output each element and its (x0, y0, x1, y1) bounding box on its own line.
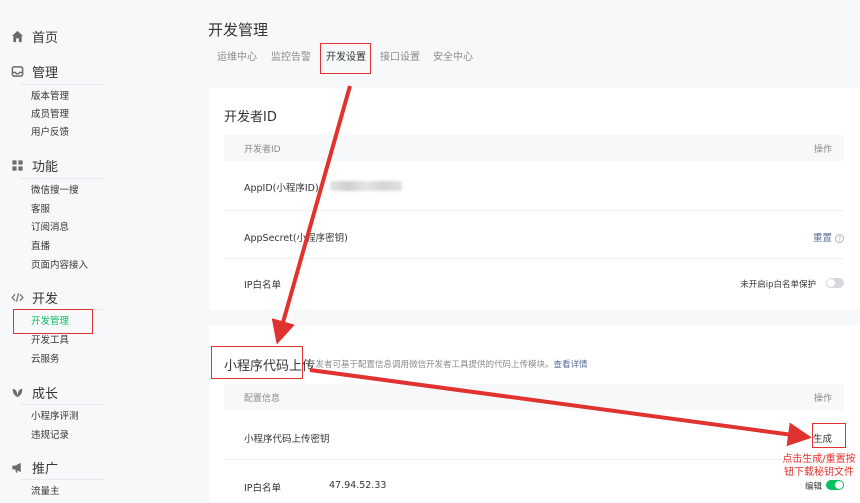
developer-id-title: 开发者ID (224, 110, 277, 125)
sidebar-item-feedback[interactable]: 用户反馈 (31, 127, 69, 139)
sidebar-item-review[interactable]: 小程序评测 (31, 411, 79, 423)
sidebar-group-label: 推广 (32, 461, 59, 477)
sidebar-group-label: 功能 (32, 159, 59, 175)
row-appsecret: AppSecret(小程序密钥) 重置? (224, 211, 844, 259)
main-content: 开发管理 运维中心 监控告警 开发设置 接口设置 安全中心 开发者ID 开发者I… (125, 0, 860, 503)
sidebar-divider (20, 479, 105, 480)
upload-key-label: 小程序代码上传密钥 (244, 434, 330, 445)
col-config: 配置信息 (244, 394, 281, 404)
sidebar-item-members[interactable]: 成员管理 (31, 109, 69, 121)
toggle-knob (835, 481, 843, 489)
code-icon (10, 290, 24, 304)
sidebar-item-subscribe[interactable]: 订阅消息 (31, 222, 69, 234)
upload-table-header: 配置信息 操作 (224, 384, 844, 410)
highlight-upload-title (211, 346, 303, 379)
sidebar-group-manage[interactable]: 管理 (10, 61, 58, 81)
ip-protect-status: 未开启ip白名单保护 (740, 280, 816, 290)
appsecret-action-cell: 重置? (813, 230, 844, 244)
sidebar-item-live[interactable]: 直播 (31, 241, 50, 253)
sidebar-home-label: 首页 (32, 30, 59, 46)
tab-api-settings[interactable]: 接口设置 (380, 48, 420, 68)
sidebar-divider (20, 404, 105, 405)
sidebar-group-features[interactable]: 功能 (10, 155, 58, 175)
sidebar-group-label: 开发 (32, 291, 59, 307)
annotation-note-line1: 点击生成/重置按 (782, 454, 856, 465)
sidebar-group-label: 成长 (32, 386, 59, 402)
home-icon (10, 29, 24, 43)
col-action: 操作 (813, 145, 832, 155)
sidebar-divider (20, 84, 105, 85)
row-ip-whitelist: IP白名单 未开启ip白名单保护 (224, 259, 844, 305)
inbox-icon (10, 64, 24, 78)
sidebar-item-dev-tools[interactable]: 开发工具 (31, 335, 69, 347)
sidebar-divider (20, 178, 105, 179)
view-details-link[interactable]: 查看详情 (554, 360, 588, 370)
row-upload-ip: IP白名单 47.94.52.33 编辑 (224, 460, 844, 503)
sidebar-item-search[interactable]: 微信搜一搜 (31, 185, 79, 197)
sidebar-item-cloud[interactable]: 云服务 (31, 354, 60, 366)
code-upload-desc: 开发者可基于配置信息调用微信开发者工具提供的代码上传模块。查看详情 (307, 358, 588, 370)
annotation-note: 点击生成/重置按 钮下载秘钥文件 (780, 453, 858, 479)
sidebar-item-content[interactable]: 页面内容接入 (31, 260, 88, 272)
code-upload-card: 小程序代码上传 开发者可基于配置信息调用微信开发者工具提供的代码上传模块。查看详… (209, 325, 860, 503)
upload-ip-value: 47.94.52.33 (329, 480, 387, 491)
highlight-sidebar-dev-manage (13, 309, 93, 334)
row-upload-key: 小程序代码上传密钥 生成 (224, 410, 844, 460)
ip-protect-toggle[interactable] (826, 278, 844, 288)
ip-whitelist-label: IP白名单 (244, 280, 282, 291)
grid-icon (10, 158, 24, 172)
highlight-tab-dev-settings (320, 43, 371, 74)
tab-security[interactable]: 安全中心 (433, 48, 473, 68)
reset-button[interactable]: 重置 (813, 233, 832, 244)
appid-label: AppID(小程序ID) (244, 183, 319, 194)
annotation-note-line2: 钮下载秘钥文件 (784, 467, 854, 478)
megaphone-icon (10, 460, 24, 474)
sidebar-group-label: 管理 (32, 65, 59, 81)
sidebar-item-service[interactable]: 客服 (31, 204, 50, 216)
edit-button[interactable]: 编辑 (805, 480, 822, 492)
row-appid: AppID(小程序ID) (224, 161, 844, 211)
appsecret-label: AppSecret(小程序密钥) (244, 233, 348, 244)
col-developer-id: 开发者ID (244, 145, 281, 155)
sidebar-item-violations[interactable]: 违规记录 (31, 430, 69, 442)
leaf-icon (10, 385, 24, 399)
sidebar: 首页 管理 版本管理 成员管理 用户反馈 功能 微信搜一搜 客服 订阅消息 直播… (0, 0, 125, 503)
code-upload-desc-text: 开发者可基于配置信息调用微信开发者工具提供的代码上传模块。 (307, 360, 554, 370)
upload-ip-label: IP白名单 (244, 483, 282, 494)
sidebar-group-growth[interactable]: 成长 (10, 382, 58, 402)
highlight-generate-button (812, 423, 846, 448)
toggle-knob (827, 279, 835, 287)
appid-value-blurred (330, 181, 402, 191)
tab-monitor[interactable]: 监控告警 (271, 48, 311, 68)
page-title: 开发管理 (208, 21, 269, 39)
sidebar-item-home[interactable]: 首页 (10, 26, 58, 46)
developer-id-card: 开发者ID 开发者ID 操作 AppID(小程序ID) AppSecret(小程… (209, 88, 860, 310)
sidebar-item-traffic[interactable]: 流量主 (31, 486, 60, 498)
tab-ops[interactable]: 运维中心 (217, 48, 257, 68)
developer-id-table-header: 开发者ID 操作 (224, 135, 844, 161)
help-icon[interactable]: ? (835, 234, 844, 243)
sidebar-group-promo[interactable]: 推广 (10, 457, 58, 477)
sidebar-group-dev[interactable]: 开发 (10, 287, 58, 307)
sidebar-item-version[interactable]: 版本管理 (31, 91, 69, 103)
col-action: 操作 (813, 394, 832, 404)
upload-ip-toggle[interactable] (826, 480, 844, 490)
